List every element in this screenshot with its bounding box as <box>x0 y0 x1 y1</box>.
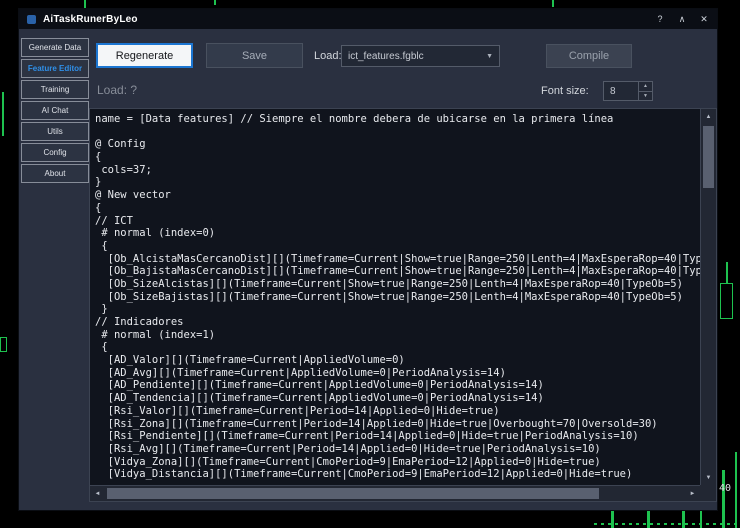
font-size-spinner[interactable]: 8 ▲ ▼ <box>603 81 653 101</box>
sidebar-item-label: Training <box>41 85 70 94</box>
code-line: [AD_Pendiente][](Timeframe=Current|Appli… <box>95 379 700 392</box>
scroll-right-icon[interactable]: ► <box>685 486 700 501</box>
code-line: [Vidya_Distancia][](Timeframe=Current|Cm… <box>95 468 700 481</box>
app-window: AiTaskRunerByLeo ? ∧ ✕ Generate Data Fea… <box>18 8 718 511</box>
font-size-value: 8 <box>604 82 638 100</box>
code-line: @ New vector <box>95 189 700 202</box>
compile-button[interactable]: Compile <box>546 44 632 68</box>
sidebar-item-label: Feature Editor <box>28 64 82 73</box>
font-size-label: Font size: <box>541 85 589 97</box>
titlebar[interactable]: AiTaskRunerByLeo ? ∧ ✕ <box>19 9 717 29</box>
scroll-left-icon[interactable]: ◄ <box>90 486 105 501</box>
code-line: [Ob_SizeAlcistas][](Timeframe=Current|Sh… <box>95 278 700 291</box>
code-line: # normal (index=1) <box>95 329 700 342</box>
chart-price-label: 40 <box>719 483 731 494</box>
scroll-down-icon[interactable]: ▼ <box>701 470 716 485</box>
sidebar-item-label: Config <box>43 148 66 157</box>
save-button[interactable]: Save <box>206 43 303 68</box>
horizontal-scrollbar[interactable]: ◄ ► <box>90 485 700 501</box>
spinner-buttons: ▲ ▼ <box>638 82 652 100</box>
code-line: [Rsi_Valor][](Timeframe=Current|Period=1… <box>95 405 700 418</box>
scrollbar-corner <box>700 485 716 501</box>
code-line: [Ob_SizeBajistas][](Timeframe=Current|Sh… <box>95 291 700 304</box>
code-line: [AD_Valor][](Timeframe=Current|AppliedVo… <box>95 354 700 367</box>
code-line: // ICT <box>95 215 700 228</box>
vertical-scrollbar[interactable]: ▲ ▼ <box>700 109 716 485</box>
minimize-button[interactable]: ∧ <box>673 11 691 27</box>
chart-candle <box>0 337 7 352</box>
spin-down-icon[interactable]: ▼ <box>639 92 652 101</box>
code-line: { <box>95 240 700 253</box>
code-line <box>95 126 700 139</box>
scroll-up-icon[interactable]: ▲ <box>701 109 716 124</box>
sidebar-item[interactable]: About <box>21 164 89 183</box>
chart-candle <box>735 452 737 528</box>
window-title: AiTaskRunerByLeo <box>43 14 138 25</box>
code-line: [Vidya_Zona][](Timeframe=Current|CmoPeri… <box>95 456 700 469</box>
sidebar-item[interactable]: Utils <box>21 122 89 141</box>
close-button[interactable]: ✕ <box>695 11 713 27</box>
sidebar-item[interactable]: Config <box>21 143 89 162</box>
sidebar-item-label: Generate Data <box>29 43 81 52</box>
code-line: { <box>95 341 700 354</box>
sidebar-item-label: Utils <box>47 127 63 136</box>
code-line: cols=37; <box>95 164 700 177</box>
code-area[interactable]: name = [Data features] // Siempre el nom… <box>90 109 700 485</box>
sidebar-item[interactable]: Training <box>21 80 89 99</box>
code-line: [Rsi_Avg][](Timeframe=Current|Period=14|… <box>95 443 700 456</box>
code-line: name = [Data features] // Siempre el nom… <box>95 113 700 126</box>
load-status-text: Load: ? <box>97 83 137 97</box>
sidebar-item-label: AI Chat <box>42 106 69 115</box>
code-line: # normal (index=0) <box>95 227 700 240</box>
chart-candle <box>552 0 554 7</box>
load-file-value: ict_features.fgblc <box>348 51 486 62</box>
code-line: } <box>95 176 700 189</box>
code-line: { <box>95 151 700 164</box>
chevron-down-icon: ▼ <box>486 53 493 60</box>
sidebar-item[interactable]: Generate Data <box>21 38 89 57</box>
code-line: { <box>95 202 700 215</box>
horizontal-scroll-thumb[interactable] <box>107 488 599 499</box>
code-line: } <box>95 303 700 316</box>
chart-dotted-line <box>594 523 740 525</box>
code-line: [AD_Avg][](Timeframe=Current|AppliedVolu… <box>95 367 700 380</box>
desktop: 40 AiTaskRunerByLeo ? ∧ ✕ Generate Data … <box>0 0 740 528</box>
code-line: [AD_Tendencia][](Timeframe=Current|Appli… <box>95 392 700 405</box>
code-line: @ Config <box>95 138 700 151</box>
titlebar-controls: ? ∧ ✕ <box>651 11 713 27</box>
code-line: [Rsi_Pendiente][](Timeframe=Current|Peri… <box>95 430 700 443</box>
sidebar-item[interactable]: Feature Editor <box>21 59 89 78</box>
load-file-select[interactable]: ict_features.fgblc ▼ <box>341 45 500 67</box>
regenerate-button[interactable]: Regenerate <box>96 43 193 68</box>
code-line: // Indicadores <box>95 316 700 329</box>
sidebar: Generate Data Feature Editor Training AI… <box>21 38 89 185</box>
vertical-scroll-thumb[interactable] <box>703 126 714 188</box>
chart-candle <box>726 262 728 283</box>
help-button[interactable]: ? <box>651 11 669 27</box>
sidebar-item[interactable]: AI Chat <box>21 101 89 120</box>
chart-candle <box>720 283 733 319</box>
code-line: [Ob_BajistaMasCercanoDist][](Timeframe=C… <box>95 265 700 278</box>
chart-candle <box>2 92 4 136</box>
spin-up-icon[interactable]: ▲ <box>639 82 652 92</box>
code-editor: name = [Data features] // Siempre el nom… <box>89 108 717 502</box>
app-icon <box>27 15 36 24</box>
chart-candle <box>722 470 725 528</box>
sidebar-item-label: About <box>45 169 66 178</box>
code-line: [Ob_AlcistaMasCercanoDist][](Timeframe=C… <box>95 253 700 266</box>
code-line: [Rsi_Zona][](Timeframe=Current|Period=14… <box>95 418 700 431</box>
load-label: Load: <box>314 50 342 62</box>
chart-candle <box>214 0 216 5</box>
